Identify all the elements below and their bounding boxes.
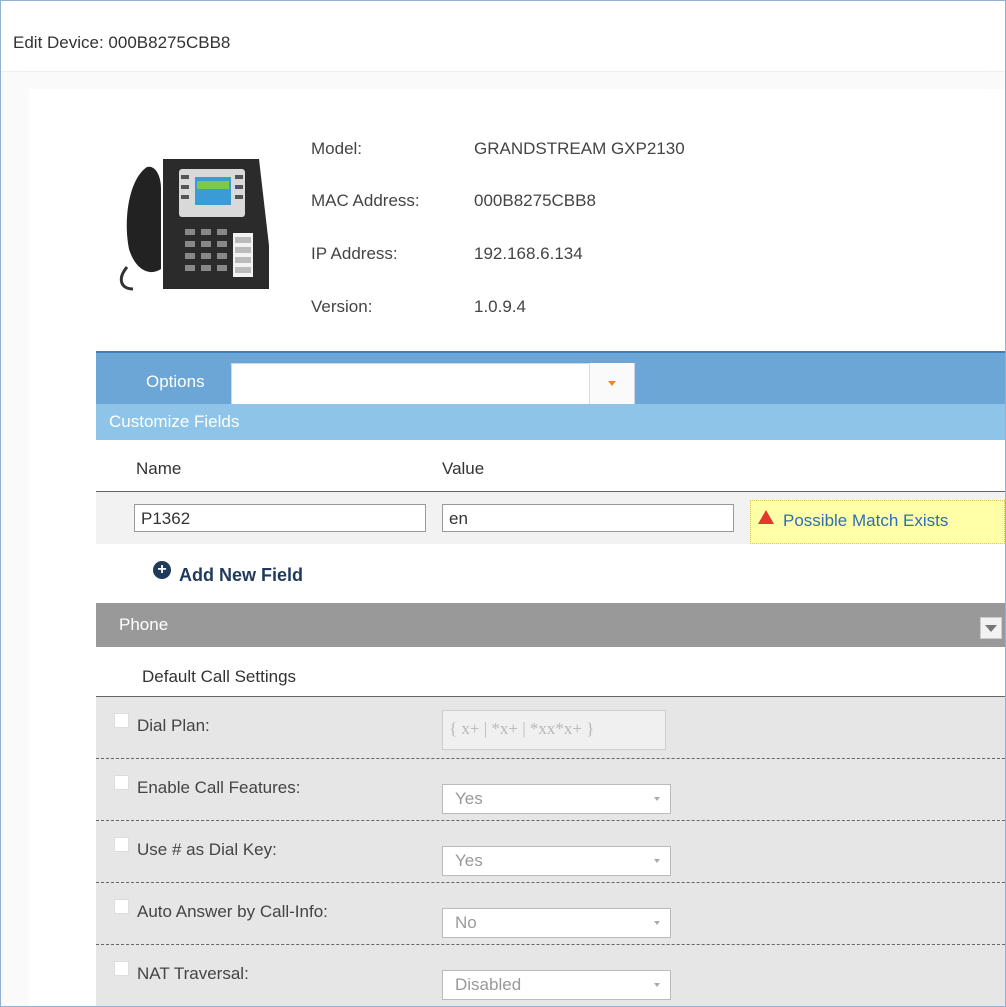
options-label: Options (146, 372, 205, 391)
possible-match-warning[interactable]: Possible Match Exists (750, 500, 1005, 544)
setting-label: Use # as Dial Key: (137, 840, 277, 859)
field-value-input[interactable]: en (442, 504, 734, 532)
possible-match-link[interactable]: Possible Match Exists (783, 511, 948, 531)
customize-fields-title: Customize Fields (109, 412, 240, 431)
ip-value: 192.168.6.134 (474, 244, 583, 263)
caret-down-icon (654, 983, 660, 987)
caret-down-icon (608, 381, 616, 386)
dialog-content: Model: GRANDSTREAM GXP2130 MAC Address: … (29, 89, 1005, 1006)
model-label: Model: (311, 139, 363, 158)
phone-section-title: Phone (119, 615, 169, 634)
setting-label: NAT Traversal: (137, 964, 249, 983)
version-value: 1.0.9.4 (474, 297, 526, 316)
setting-label: Enable Call Features: (137, 778, 301, 797)
dialog-header: Edit Device: 000B8275CBB8 (1, 1, 1005, 72)
warning-icon (758, 510, 774, 524)
select-value: Yes (455, 851, 483, 870)
use-hash-dial-key-checkbox[interactable] (114, 837, 129, 852)
dial-plan-checkbox[interactable] (114, 713, 129, 728)
select-value: Yes (455, 789, 483, 808)
use-hash-dial-key-select[interactable]: Yes (442, 846, 671, 876)
collapse-toggle[interactable] (980, 617, 1002, 639)
mac-value: 000B8275CBB8 (474, 191, 596, 210)
nat-traversal-select[interactable]: Disabled (442, 970, 671, 1000)
column-header-name: Name (136, 459, 182, 478)
auto-answer-select[interactable]: No (442, 908, 671, 938)
version-label: Version: (311, 297, 373, 316)
setting-row-nat-traversal: NAT Traversal: Disabled (96, 945, 1005, 1006)
caret-down-icon (654, 859, 660, 863)
default-call-settings-title: Default Call Settings (142, 667, 297, 686)
caret-down-icon (654, 797, 660, 801)
caret-down-icon (654, 921, 660, 925)
column-header-value: Value (442, 459, 485, 478)
plus-circle-icon[interactable]: + (153, 561, 171, 579)
nat-traversal-checkbox[interactable] (114, 961, 129, 976)
desk-phone-icon (119, 159, 269, 291)
chevron-down-icon (985, 625, 997, 632)
auto-answer-checkbox[interactable] (114, 899, 129, 914)
setting-row-dial-plan: Dial Plan: { x+ | *x+ | *xx*x+ } (96, 697, 1005, 759)
setting-label: Auto Answer by Call-Info: (137, 902, 328, 921)
edit-device-dialog: Edit Device: 000B8275CBB8 Model: GRANDST… (0, 0, 1006, 1007)
ip-label: IP Address: (311, 244, 398, 263)
select-value: Disabled (455, 975, 522, 994)
dialog-title: Edit Device: 000B8275CBB8 (13, 33, 231, 52)
add-new-field-button[interactable]: Add New Field (179, 565, 303, 586)
phone-section-bar[interactable]: Phone (96, 603, 1005, 647)
enable-call-features-checkbox[interactable] (114, 775, 129, 790)
enable-call-features-select[interactable]: Yes (442, 784, 671, 814)
mac-label: MAC Address: (311, 191, 420, 210)
options-dropdown-button[interactable] (589, 363, 634, 405)
customize-fields-bar: Customize Fields (96, 404, 1005, 440)
field-name-input[interactable]: P1362 (134, 504, 426, 532)
options-bar: Options (96, 351, 1005, 407)
select-value: No (455, 913, 477, 932)
custom-field-row: P1362 en Possible Match Exists (96, 492, 1005, 544)
dial-plan-input[interactable]: { x+ | *x+ | *xx*x+ } (442, 710, 666, 750)
options-select[interactable] (231, 363, 635, 407)
setting-row-enable-call-features: Enable Call Features: Yes (96, 759, 1005, 821)
setting-label: Dial Plan: (137, 716, 210, 735)
model-value: GRANDSTREAM GXP2130 (474, 139, 685, 158)
setting-row-use-hash-dial-key: Use # as Dial Key: Yes (96, 821, 1005, 883)
setting-row-auto-answer: Auto Answer by Call-Info: No (96, 883, 1005, 945)
